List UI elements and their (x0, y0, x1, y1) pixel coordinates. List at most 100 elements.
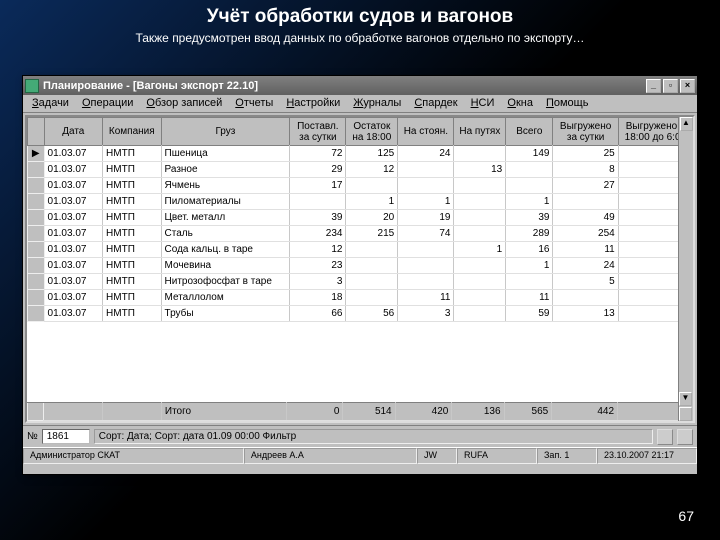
titlebar: Планирование - [Вагоны экспорт 22.10] _ … (23, 76, 697, 95)
cell: 72 (290, 146, 346, 162)
grid-table: ДатаКомпанияГрузПоставл. за суткиОстаток… (27, 117, 693, 322)
cell: Сталь (161, 226, 290, 242)
cell (290, 194, 346, 210)
cell (454, 226, 506, 242)
status-code: RUFA (457, 448, 537, 464)
col-header[interactable]: Груз (161, 118, 290, 146)
table-row[interactable]: ▶01.03.07НМТППшеница72125241492528 (28, 146, 693, 162)
cell: 74 (398, 226, 454, 242)
col-header[interactable]: Поставл. за сутки (290, 118, 346, 146)
menu-Отчеты[interactable]: Отчеты (229, 96, 279, 111)
cell (506, 162, 553, 178)
cell: 11 (398, 290, 454, 306)
cell (346, 258, 398, 274)
cell: Трубы (161, 306, 290, 322)
table-row[interactable]: 01.03.07НМТПЯчмень1727 (28, 178, 693, 194)
cell: 59 (506, 306, 553, 322)
app-icon (25, 79, 39, 93)
cell (398, 242, 454, 258)
table-row[interactable]: 01.03.07НМТПМочевина23124 (28, 258, 693, 274)
menubar: ЗадачиОперацииОбзор записейОтчетыНастрой… (23, 95, 697, 113)
cell: Металлолом (161, 290, 290, 306)
cell (346, 290, 398, 306)
cell (346, 178, 398, 194)
cell: 17 (290, 178, 346, 194)
menu-Задачи[interactable]: Задачи (26, 96, 75, 111)
menu-Обзор записей[interactable]: Обзор записей (140, 96, 228, 111)
menu-Журналы[interactable]: Журналы (347, 96, 407, 111)
scroll-down-button[interactable]: ▼ (679, 392, 692, 406)
total-cell: 136 (452, 403, 504, 421)
maximize-button[interactable]: ▫ (663, 79, 678, 93)
table-row[interactable]: 01.03.07НМТПМеталлолом18111110 (28, 290, 693, 306)
cell: НМТП (103, 258, 162, 274)
col-header[interactable] (28, 118, 45, 146)
cell: Пшеница (161, 146, 290, 162)
table-row[interactable]: 01.03.07НМТППиломатериалы111 (28, 194, 693, 210)
sort-filter-label: Сорт: Дата; Сорт: дата 01.09 00:00 Фильт… (94, 429, 653, 444)
col-header[interactable]: На стоян. (398, 118, 454, 146)
col-header[interactable]: Компания (103, 118, 162, 146)
col-header[interactable]: Всего (506, 118, 553, 146)
cell: НМТП (103, 242, 162, 258)
table-row[interactable]: 01.03.07НМТПНитрозофосфат в таре35 (28, 274, 693, 290)
cell (28, 258, 45, 274)
cell (454, 194, 506, 210)
cell: 24 (398, 146, 454, 162)
cell: 234 (290, 226, 346, 242)
cell: 27 (553, 178, 618, 194)
cell: 1 (346, 194, 398, 210)
table-row[interactable]: 01.03.07НМТПЦвет. металл392019394913 (28, 210, 693, 226)
menu-Настройки[interactable]: Настройки (280, 96, 346, 111)
cell: 01.03.07 (44, 226, 103, 242)
cell: НМТП (103, 178, 162, 194)
data-grid[interactable]: ДатаКомпанияГрузПоставл. за суткиОстаток… (25, 115, 695, 423)
tool-icon-1[interactable] (657, 429, 673, 445)
cell (28, 210, 45, 226)
table-row[interactable]: 01.03.07НМТПТрубы6656359137 (28, 306, 693, 322)
scroll-corner (679, 407, 692, 421)
col-header[interactable]: Выгружено за сутки (553, 118, 618, 146)
cell (553, 194, 618, 210)
cell: Мочевина (161, 258, 290, 274)
record-no-input[interactable] (42, 429, 90, 444)
cell: 5 (553, 274, 618, 290)
col-header[interactable]: Дата (44, 118, 103, 146)
total-cell: 442 (552, 403, 618, 421)
menu-Спардек[interactable]: Спардек (408, 96, 463, 111)
table-row[interactable]: 01.03.07НМТПСода кальц. в таре1211611 (28, 242, 693, 258)
minimize-button[interactable]: _ (646, 79, 661, 93)
cell (454, 274, 506, 290)
cell: 19 (398, 210, 454, 226)
col-header[interactable]: Остаток на 18:00 (346, 118, 398, 146)
scroll-up-button[interactable]: ▲ (680, 117, 693, 131)
menu-НСИ[interactable]: НСИ (465, 96, 501, 111)
cell: 25 (553, 146, 618, 162)
cell: НМТП (103, 162, 162, 178)
cell: 01.03.07 (44, 290, 103, 306)
menu-Окна[interactable]: Окна (501, 96, 539, 111)
total-cell (102, 403, 161, 421)
cell: 01.03.07 (44, 306, 103, 322)
status-bar: Администратор СКАТ Андреев А.А JW RUFA З… (23, 447, 697, 464)
menu-Операции[interactable]: Операции (76, 96, 139, 111)
slide-subtitle: Также предусмотрен ввод данных по обрабо… (0, 31, 720, 53)
cell (398, 162, 454, 178)
tool-icon-2[interactable] (677, 429, 693, 445)
cell: 3 (398, 306, 454, 322)
cell: 289 (506, 226, 553, 242)
cell: 23 (290, 258, 346, 274)
totals-row: Итого051442013656544235 (27, 402, 693, 421)
close-button[interactable]: × (680, 79, 695, 93)
vertical-scrollbar[interactable]: ▲ ▼ (678, 117, 693, 421)
table-row[interactable]: 01.03.07НМТПРазное291213828 (28, 162, 693, 178)
cell (28, 194, 45, 210)
cell (553, 290, 618, 306)
cell: 16 (506, 242, 553, 258)
cell: 8 (553, 162, 618, 178)
col-header[interactable]: На путях (454, 118, 506, 146)
cell: 01.03.07 (44, 258, 103, 274)
menu-Помощь[interactable]: Помощь (540, 96, 595, 111)
cell: 125 (346, 146, 398, 162)
table-row[interactable]: 01.03.07НМТПСталь2342157428925429 (28, 226, 693, 242)
